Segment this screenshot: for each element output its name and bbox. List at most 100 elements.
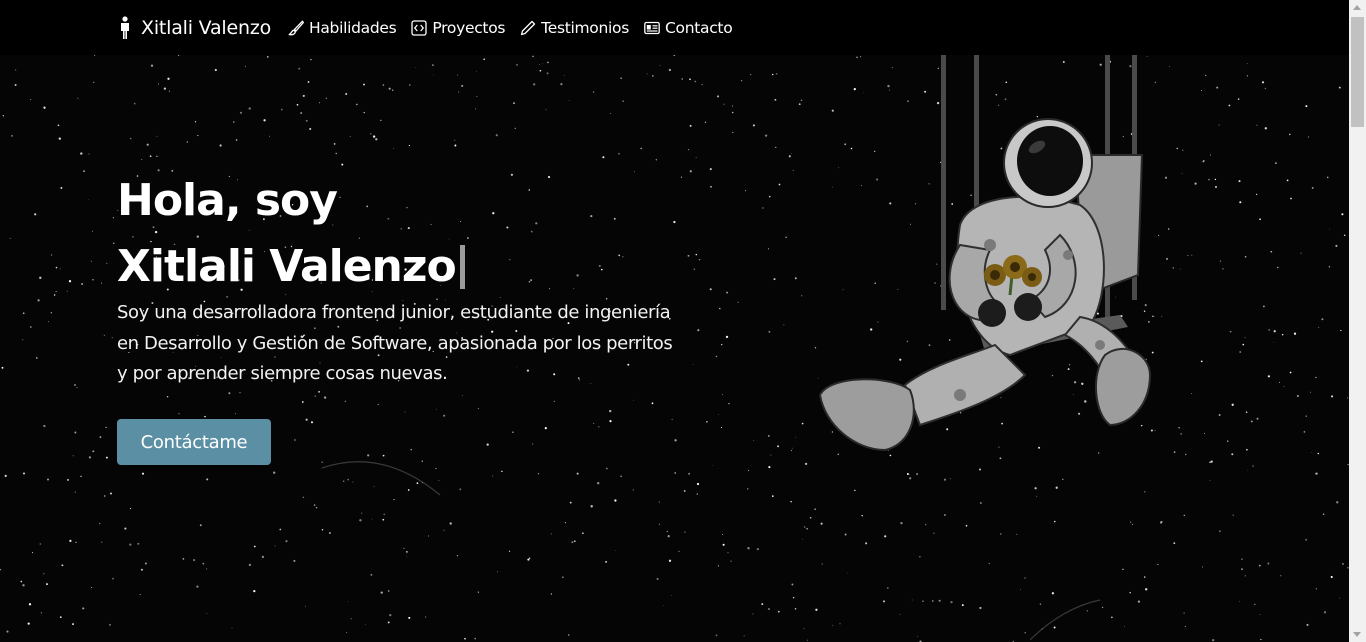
star — [1209, 480, 1211, 481]
star — [92, 450, 95, 453]
star — [767, 434, 770, 437]
star — [235, 413, 236, 415]
nav-link-contacto[interactable]: Contacto — [644, 19, 733, 37]
star — [622, 256, 624, 258]
star — [6, 630, 9, 633]
star — [732, 105, 734, 107]
star — [219, 144, 222, 147]
contact-button[interactable]: Contáctame — [117, 419, 271, 465]
star — [329, 532, 331, 534]
star — [709, 168, 712, 171]
star — [571, 541, 574, 544]
star — [1341, 562, 1344, 565]
star — [950, 600, 953, 604]
page: Xitlali Valenzo Habilidades Proyectos Te… — [0, 0, 1366, 642]
star — [832, 624, 834, 626]
star — [321, 529, 324, 531]
star — [609, 409, 612, 413]
star — [206, 613, 208, 615]
star — [668, 559, 672, 562]
star — [806, 527, 808, 530]
star — [301, 401, 304, 403]
star — [911, 599, 913, 601]
scrollbar[interactable] — [1349, 0, 1366, 642]
star — [761, 603, 764, 606]
brand-name: Xitlali Valenzo — [141, 17, 272, 39]
star — [1231, 453, 1234, 456]
star — [370, 133, 372, 135]
scrollbar-thumb[interactable] — [1351, 17, 1364, 127]
star — [50, 312, 52, 314]
star — [1321, 318, 1324, 321]
star — [916, 636, 918, 638]
scroll-up-arrow-icon[interactable] — [1353, 5, 1361, 10]
star — [1131, 523, 1133, 525]
star — [804, 462, 808, 466]
star — [807, 639, 808, 641]
star — [387, 590, 390, 592]
nav-link-proyectos[interactable]: Proyectos — [411, 19, 505, 37]
star — [141, 472, 145, 475]
star — [804, 526, 806, 528]
star — [53, 294, 56, 296]
star — [389, 613, 392, 617]
star — [1239, 201, 1242, 204]
star — [101, 541, 103, 543]
scroll-down-arrow-icon[interactable] — [1353, 632, 1361, 637]
star — [22, 472, 26, 475]
star — [794, 608, 797, 610]
star — [1308, 136, 1309, 138]
star — [1323, 611, 1327, 614]
brand-link[interactable]: Xitlali Valenzo — [117, 14, 271, 42]
star — [347, 478, 349, 481]
star — [752, 613, 754, 615]
star — [632, 489, 634, 491]
star — [1227, 440, 1229, 442]
star — [72, 455, 74, 457]
nav-link-testimonios[interactable]: Testimonios — [520, 19, 629, 37]
star — [206, 568, 208, 570]
star — [545, 109, 547, 111]
star — [716, 95, 720, 98]
nav-link-habilidades[interactable]: Habilidades — [288, 19, 397, 37]
star — [66, 478, 70, 481]
star — [800, 99, 803, 101]
star — [652, 75, 654, 77]
star — [709, 288, 712, 291]
person-standing-icon — [121, 16, 129, 39]
star — [979, 606, 982, 610]
star — [550, 593, 553, 595]
star — [965, 524, 968, 527]
nav-link-label: Testimonios — [541, 19, 629, 37]
star — [410, 448, 412, 451]
star — [528, 189, 531, 191]
star — [196, 585, 199, 588]
star — [404, 411, 406, 413]
hero-name: Xitlali Valenzo — [117, 241, 457, 292]
star — [178, 413, 180, 415]
star — [1244, 575, 1246, 577]
star — [844, 533, 847, 536]
star — [1252, 465, 1254, 467]
star — [1203, 160, 1205, 162]
star — [689, 170, 692, 173]
star — [239, 111, 243, 114]
star — [756, 547, 760, 551]
star — [467, 237, 469, 239]
star — [820, 522, 823, 525]
star — [1169, 66, 1171, 67]
star — [178, 54, 180, 56]
star — [1261, 81, 1265, 84]
star — [620, 475, 622, 478]
star — [367, 454, 370, 457]
star — [1205, 74, 1207, 77]
star — [372, 135, 376, 138]
star — [454, 144, 457, 147]
star — [1041, 628, 1043, 630]
star — [141, 159, 143, 161]
star — [302, 496, 305, 498]
star — [1124, 626, 1125, 627]
star — [363, 111, 365, 114]
star — [124, 527, 127, 530]
star — [1315, 376, 1317, 379]
